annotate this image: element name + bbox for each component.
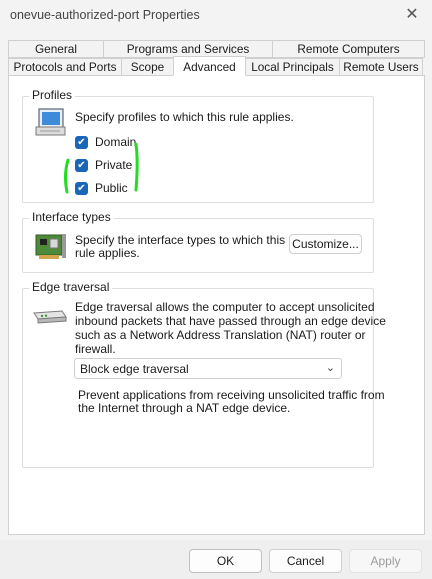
tab-advanced[interactable]: Advanced xyxy=(173,56,246,76)
window-title: onevue-authorized-port Properties xyxy=(10,8,200,22)
green-annotation-marks xyxy=(64,142,139,194)
tab-remote-users[interactable]: Remote Users xyxy=(339,58,423,76)
cancel-button[interactable]: Cancel xyxy=(269,549,342,573)
router-device-icon xyxy=(33,310,67,324)
edge-traversal-description-line2: inbound packets that have passed through… xyxy=(75,314,386,328)
profiles-group-title: Profiles xyxy=(29,88,76,102)
close-button[interactable]: ✕ xyxy=(400,3,424,25)
edge-traversal-description-line3: such as a Network Address Translation (N… xyxy=(75,328,366,342)
interface-types-group-title: Interface types xyxy=(29,210,114,224)
tab-local-principals[interactable]: Local Principals xyxy=(245,58,340,76)
tab-general[interactable]: General xyxy=(8,40,104,58)
interface-types-description-line2: rule applies. xyxy=(75,246,140,260)
tab-scope[interactable]: Scope xyxy=(121,58,174,76)
apply-button[interactable]: Apply xyxy=(349,549,422,573)
edge-traversal-selected-value: Block edge traversal xyxy=(80,362,189,376)
ok-button[interactable]: OK xyxy=(189,549,262,573)
interface-types-description-line1: Specify the interface types to which thi… xyxy=(75,233,286,247)
network-card-icon xyxy=(35,234,66,259)
customize-button[interactable]: Customize... xyxy=(289,234,362,254)
edge-traversal-help-line1: Prevent applications from receiving unso… xyxy=(78,388,385,402)
tab-row-bottom: Protocols and Ports Scope Advanced Local… xyxy=(8,56,423,76)
edge-traversal-help-line2: the Internet through a NAT edge device. xyxy=(78,401,291,415)
profiles-description: Specify profiles to which this rule appl… xyxy=(75,110,294,124)
computer-profile-icon xyxy=(35,108,66,136)
tab-remote-computers[interactable]: Remote Computers xyxy=(272,40,425,58)
edge-traversal-description-line4: firewall. xyxy=(75,342,116,356)
chevron-down-icon: ⌄ xyxy=(325,362,335,374)
tab-protocols-and-ports[interactable]: Protocols and Ports xyxy=(8,58,122,76)
edge-traversal-group-title: Edge traversal xyxy=(29,280,113,294)
title-bar: onevue-authorized-port Properties ✕ xyxy=(0,0,432,30)
edge-traversal-select[interactable]: Block edge traversal ⌄ xyxy=(74,358,342,379)
edge-traversal-description-line1: Edge traversal allows the computer to ac… xyxy=(75,300,375,314)
